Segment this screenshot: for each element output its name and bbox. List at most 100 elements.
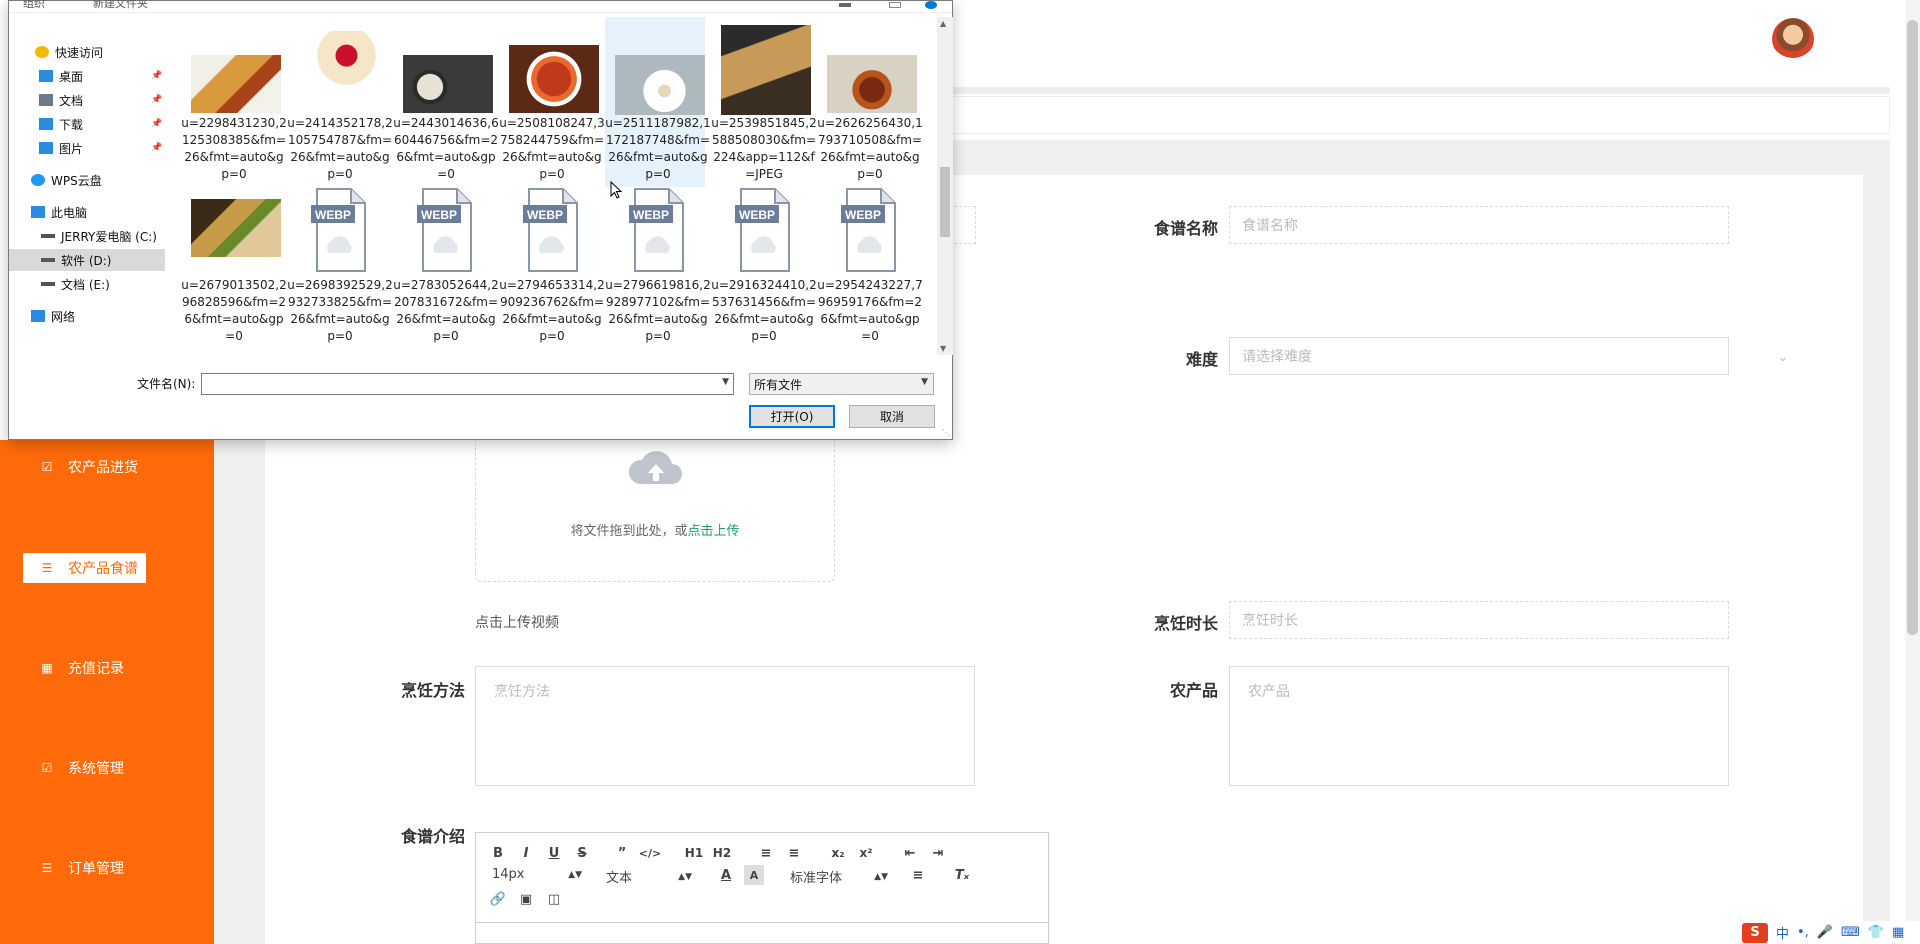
file-item[interactable]: u=2626256430,1793710508&fm=26&fmt=auto&g…: [817, 17, 923, 187]
nav-item[interactable]: 桌面 📌: [9, 65, 165, 87]
underline-icon[interactable]: U: [544, 843, 564, 863]
heading2-icon[interactable]: H2: [712, 843, 732, 863]
microphone-icon[interactable]: 🎤: [1817, 925, 1833, 940]
view-menu-icon[interactable]: [839, 3, 851, 7]
sidebar-item-recipes[interactable]: ☰ 农产品食谱: [20, 553, 146, 583]
file-grid-scroll-thumb[interactable]: [940, 167, 950, 237]
paragraph-select[interactable]: 文本 ▲▼: [606, 867, 692, 886]
user-avatar[interactable]: [1772, 18, 1814, 60]
click-upload-link[interactable]: 点击上传: [688, 524, 740, 539]
cancel-button[interactable]: 取消: [849, 405, 935, 428]
ime-language-indicator[interactable]: 中: [1776, 923, 1789, 942]
file-item[interactable]: WEBP u=2794653314,2909236762&fm=26&fmt=au…: [499, 187, 605, 355]
chevron-down-icon: ⌄: [1778, 350, 1789, 364]
ordered-list-icon[interactable]: ≡: [756, 843, 776, 863]
punctuation-icon[interactable]: •,: [1797, 925, 1809, 940]
file-item[interactable]: u=2679013502,296828596&fm=26&fmt=auto&gp…: [181, 187, 287, 355]
scroll-up-arrow-icon[interactable]: ▲: [940, 19, 946, 28]
sidebar-item-system[interactable]: ☑ 系统管理: [40, 753, 124, 783]
outdent-icon[interactable]: ⇤: [900, 843, 920, 863]
nav-item-label: 快速访问: [55, 45, 104, 60]
link-icon[interactable]: 🔗: [488, 889, 508, 909]
italic-icon[interactable]: I: [516, 843, 536, 863]
file-item[interactable]: u=2443014636,660446756&fm=26&fmt=auto&gp…: [393, 17, 499, 187]
blockquote-icon[interactable]: ”: [612, 843, 632, 863]
file-item[interactable]: WEBP u=2954243227,796959176&fm=26&fmt=aut…: [817, 187, 923, 355]
webp-badge: WEBP: [633, 208, 669, 222]
grid-menu-icon[interactable]: ▦: [1892, 925, 1904, 940]
align-icon[interactable]: ≡: [908, 865, 928, 885]
nav-item[interactable]: 文档 📌: [9, 89, 165, 111]
nav-item[interactable]: 文档 (E:): [9, 273, 165, 295]
open-button[interactable]: 打开(O): [749, 405, 835, 428]
bold-icon[interactable]: B: [488, 843, 508, 863]
editor-toolbar: B I U S ” </> H1 H2 ≡ ≡ x₂ x² ⇤ ⇥ 14px ▲…: [476, 833, 1048, 923]
file-item[interactable]: u=2414352178,2105754787&fm=26&fmt=auto&g…: [287, 17, 393, 187]
resize-grip-icon[interactable]: ⋱: [942, 428, 950, 437]
file-item[interactable]: WEBP u=2796619816,2928977102&fm=26&fmt=au…: [605, 187, 711, 355]
heading1-icon[interactable]: H1: [684, 843, 704, 863]
code-block-icon[interactable]: </>: [639, 843, 661, 863]
page-scrollbar-thumb[interactable]: [1907, 20, 1918, 635]
file-thumbnail: [297, 31, 387, 113]
file-item[interactable]: u=2508108247,3758244759&fm=26&fmt=auto&g…: [499, 17, 605, 187]
recipe-name-input[interactable]: 食谱名称: [1229, 206, 1729, 244]
file-item[interactable]: WEBP u=2698392529,2932733825&fm=26&fmt=au…: [287, 187, 393, 355]
upload-video-label[interactable]: 点击上传视频: [475, 612, 559, 632]
file-item[interactable]: WEBP u=2916324410,2537631456&fm=26&fmt=au…: [711, 187, 817, 355]
nav-item[interactable]: 图片 📌: [9, 137, 165, 159]
computer-icon: [31, 206, 45, 218]
nav-item[interactable]: 此电脑: [9, 201, 165, 223]
left-input-edge[interactable]: [950, 206, 976, 244]
file-item[interactable]: u=2539851845,2588508030&fm=224&app=112&f…: [711, 17, 817, 187]
new-folder-button[interactable]: 新建文件夹: [93, 0, 148, 11]
chevron-down-icon[interactable]: ▼: [722, 377, 729, 387]
upload-hint: 将文件拖到此处，或点击上传: [476, 520, 834, 539]
cook-time-input[interactable]: 烹饪时长: [1229, 601, 1729, 639]
webp-file-icon: WEBP: [523, 188, 578, 272]
nav-item[interactable]: 软件 (D:): [9, 249, 165, 271]
filename-input[interactable]: ▼: [201, 373, 734, 395]
file-grid-scrollbar[interactable]: ▲ ▼: [937, 17, 953, 355]
font-family-value: 标准字体: [790, 871, 843, 886]
superscript-icon[interactable]: x²: [856, 843, 876, 863]
file-name: u=2916324410,2537631456&fm=26&fmt=auto&g…: [711, 278, 817, 343]
sogou-ime-icon[interactable]: S: [1742, 922, 1768, 943]
image-icon[interactable]: ▣: [516, 889, 536, 909]
bullet-list-icon[interactable]: ≡: [784, 843, 804, 863]
file-item[interactable]: u=2511187982,1172187748&fm=26&fmt=auto&g…: [605, 17, 711, 187]
nav-item[interactable]: 网络: [9, 305, 165, 327]
webp-file-icon: WEBP: [735, 188, 790, 272]
strikethrough-icon[interactable]: S: [572, 843, 592, 863]
cook-method-textarea[interactable]: 烹饪方法: [475, 666, 975, 786]
keyboard-icon[interactable]: ⌨: [1841, 925, 1860, 940]
nav-item[interactable]: 下载 📌: [9, 113, 165, 135]
filetype-select[interactable]: 所有文件 ▼: [749, 373, 934, 395]
file-name: u=2954243227,796959176&fm=26&fmt=auto&gp…: [817, 278, 923, 343]
indent-icon[interactable]: ⇥: [928, 843, 948, 863]
file-item[interactable]: WEBP u=2783052644,2207831672&fm=26&fmt=au…: [393, 187, 499, 355]
sidebar-item-orders[interactable]: ☰ 订单管理: [40, 853, 124, 883]
organize-button[interactable]: 组织: [23, 0, 45, 11]
sidebar-item-label: 农产品进货: [68, 460, 138, 476]
preview-pane-icon[interactable]: [889, 2, 901, 8]
help-icon[interactable]: [925, 1, 937, 9]
subscript-icon[interactable]: x₂: [828, 843, 848, 863]
shirt-icon[interactable]: 👕: [1868, 925, 1884, 940]
nav-item[interactable]: 快速访问: [9, 41, 165, 63]
font-family-select[interactable]: 标准字体 ▲▼: [790, 867, 888, 886]
font-color-icon[interactable]: A: [716, 865, 736, 885]
difficulty-select[interactable]: 请选择难度: [1229, 337, 1729, 375]
nav-item[interactable]: JERRY爱电脑 (C:): [9, 225, 165, 247]
background-color-icon[interactable]: A: [744, 865, 764, 885]
nav-item[interactable]: WPS云盘: [9, 169, 165, 191]
image-upload-dropzone[interactable]: 将文件拖到此处，或点击上传: [475, 440, 835, 582]
video-icon[interactable]: ◫: [544, 889, 564, 909]
sidebar-item-purchase[interactable]: ☑ 农产品进货: [40, 452, 138, 482]
clear-format-icon[interactable]: Tₓ: [952, 865, 972, 885]
sidebar-item-recharge[interactable]: ▦ 充值记录: [40, 653, 124, 683]
product-textarea[interactable]: 农产品: [1229, 666, 1729, 786]
font-size-select[interactable]: 14px ▲▼: [492, 867, 582, 882]
file-item[interactable]: u=2298431230,2125308385&fm=26&fmt=auto&g…: [181, 17, 287, 187]
scroll-down-arrow-icon[interactable]: ▼: [940, 344, 946, 353]
